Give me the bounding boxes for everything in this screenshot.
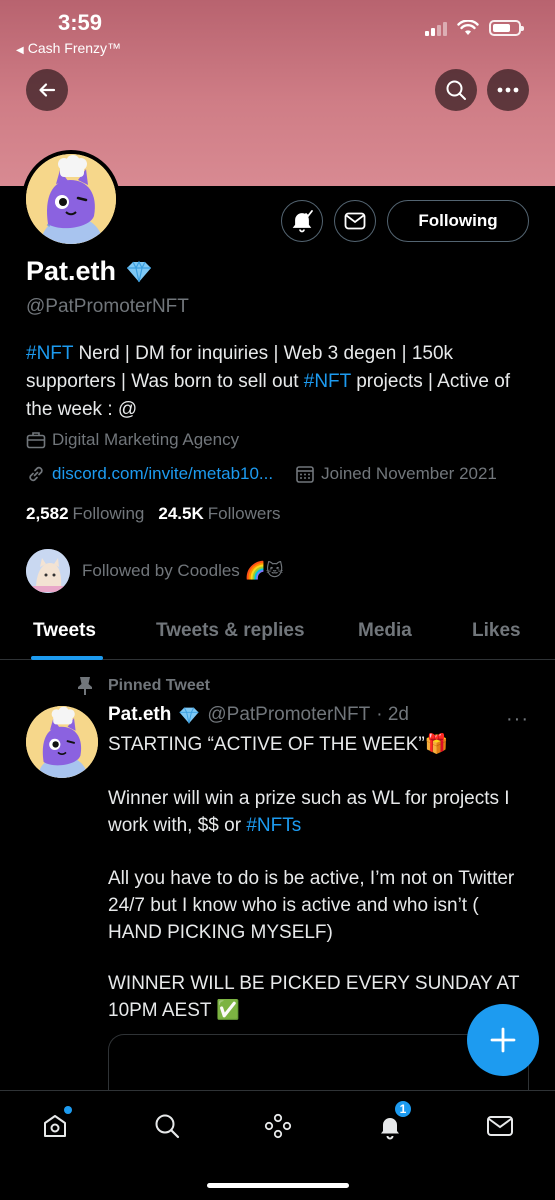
compose-tweet-button[interactable] xyxy=(467,1004,539,1076)
follower-avatar-image xyxy=(26,549,70,593)
following-count: 2,582 xyxy=(26,504,69,523)
tab-tweets-replies[interactable]: Tweets & replies xyxy=(156,620,305,642)
followed-by-text: Followed by Coodles 🌈🐱 xyxy=(82,561,284,580)
message-button[interactable] xyxy=(334,200,376,242)
verified-diamond-icon xyxy=(127,260,152,282)
explore-icon xyxy=(155,1114,180,1139)
active-tab-indicator xyxy=(31,656,103,660)
more-icon xyxy=(497,87,519,93)
profile-website-link[interactable]: discord.com/invite/metab10... xyxy=(52,464,273,484)
nav-spaces[interactable] xyxy=(261,1109,295,1143)
tweet-text-paragraph-3: All you have to do is be active, I’m not… xyxy=(108,868,515,943)
following-label: Following xyxy=(72,504,145,523)
home-new-dot xyxy=(64,1106,72,1114)
briefcase-icon xyxy=(26,432,46,449)
mail-icon xyxy=(344,212,366,230)
tweet-text-paragraph-4: WINNER WILL BE PICKED EVERY SUNDAY AT 10… xyxy=(108,973,520,1021)
pinned-tweet-label: Pinned Tweet xyxy=(76,676,210,696)
profile-bio: #NFT Nerd | DM for inquiries | Web 3 deg… xyxy=(26,340,526,424)
tweet-author-handle[interactable]: @PatPromoterNFT xyxy=(207,704,370,726)
nav-messages[interactable] xyxy=(483,1109,517,1143)
wifi-icon xyxy=(457,20,479,35)
tweet-header: Pat.eth @PatPromoterNFT · 2d xyxy=(108,704,409,726)
search-icon xyxy=(446,80,466,100)
compose-plus-icon xyxy=(490,1027,516,1053)
profile-category: Digital Marketing Agency xyxy=(26,430,239,450)
verified-diamond-icon xyxy=(179,706,199,724)
back-triangle-icon: ◀ xyxy=(16,45,24,56)
profile-name: Pat.eth xyxy=(26,256,154,287)
home-icon xyxy=(44,1115,66,1137)
cat-avatar-image xyxy=(26,154,116,244)
tweet-timestamp: · 2d xyxy=(376,704,409,725)
nav-home[interactable] xyxy=(38,1106,72,1143)
tweet-more-button[interactable]: ··· xyxy=(506,708,529,731)
tweet-author-name[interactable]: Pat.eth xyxy=(108,704,171,726)
profile-link-row: discord.com/invite/metab10... Joined Nov… xyxy=(26,464,497,484)
pinned-tweet-text: Pinned Tweet xyxy=(108,677,210,694)
notifications-toggle-button[interactable] xyxy=(281,200,323,242)
back-button[interactable] xyxy=(26,69,68,111)
tweet-text-line-1: STARTING “ACTIVE OF THE WEEK”🎁 xyxy=(108,734,449,755)
followers-count-link[interactable]: 24.5K Followers xyxy=(158,504,280,524)
profile-joined-date: Joined November 2021 xyxy=(321,464,497,483)
profile-stats: 2,582 Following 24.5K Followers xyxy=(26,504,280,524)
following-button[interactable]: Following xyxy=(387,200,529,242)
tweet-author-avatar[interactable] xyxy=(26,706,98,778)
profile-tabs: Tweets Tweets & replies Media Likes xyxy=(0,606,555,660)
status-time: 3:59 xyxy=(58,10,103,35)
spaces-icon xyxy=(264,1113,292,1139)
signal-icon xyxy=(425,20,447,36)
mail-icon xyxy=(487,1116,513,1136)
more-options-button[interactable] xyxy=(487,69,529,111)
pin-icon xyxy=(78,677,92,695)
nav-explore[interactable] xyxy=(150,1109,184,1143)
link-icon xyxy=(29,466,43,482)
tweet-text-paragraph-2: Winner will win a prize such as WL for p… xyxy=(108,785,528,839)
tweet-text-2: Winner will win a prize such as WL for p… xyxy=(108,788,510,836)
notifications-count-badge: 1 xyxy=(393,1099,413,1119)
followers-label: Followers xyxy=(207,504,281,523)
notification-bell-icon xyxy=(292,210,313,233)
cat-avatar-image-small xyxy=(26,706,98,778)
tweet-hashtag-nfts[interactable]: #NFTs xyxy=(246,815,301,836)
tab-likes[interactable]: Likes xyxy=(472,620,521,642)
bio-hashtag-nft[interactable]: #NFT xyxy=(26,343,73,364)
battery-icon xyxy=(489,20,524,36)
profile-avatar[interactable] xyxy=(22,150,120,248)
follower-avatar xyxy=(26,549,70,593)
tab-tweets[interactable]: Tweets xyxy=(33,620,96,642)
calendar-icon xyxy=(296,466,314,483)
followers-count: 24.5K xyxy=(158,504,204,523)
following-count-link[interactable]: 2,582 Following xyxy=(26,504,144,524)
profile-category-text: Digital Marketing Agency xyxy=(52,430,240,449)
bio-hashtag-nft-2[interactable]: #NFT xyxy=(304,371,351,392)
status-back-app-label: Cash Frenzy™ xyxy=(27,40,122,56)
tab-media[interactable]: Media xyxy=(358,620,412,642)
home-indicator[interactable] xyxy=(207,1183,349,1188)
nav-notifications[interactable]: 1 xyxy=(373,1099,413,1143)
profile-handle: @PatPromoterNFT xyxy=(26,296,189,317)
search-button[interactable] xyxy=(435,69,477,111)
status-icons xyxy=(425,20,524,36)
followed-by-row[interactable]: Followed by Coodles 🌈🐱 xyxy=(26,549,283,593)
status-back-app[interactable]: ◀ Cash Frenzy™ xyxy=(16,40,121,56)
profile-name-text: Pat.eth xyxy=(26,256,117,286)
back-arrow-icon xyxy=(39,83,56,97)
